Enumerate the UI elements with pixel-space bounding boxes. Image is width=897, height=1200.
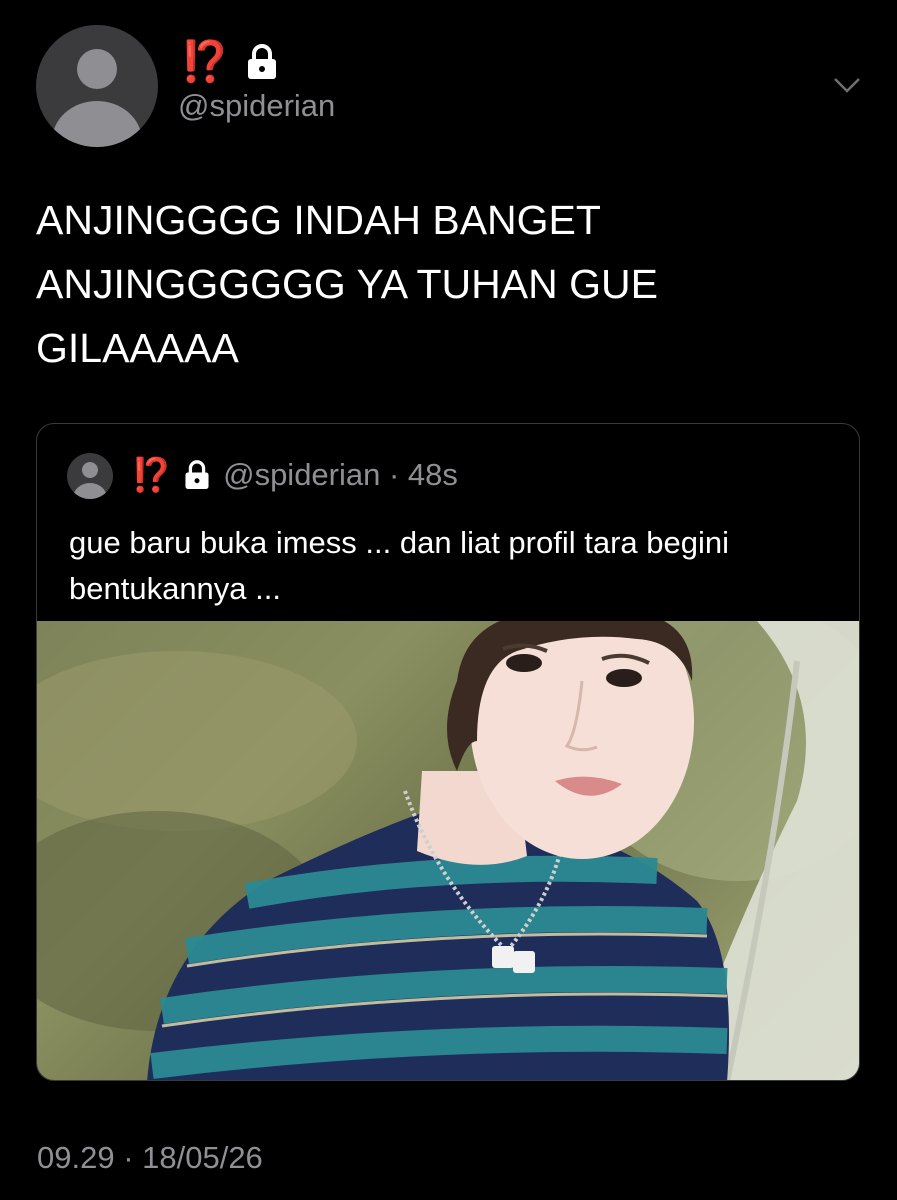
display-name: ⁉️ xyxy=(180,40,230,84)
avatar-placeholder-body xyxy=(52,101,142,147)
avatar-placeholder-head xyxy=(82,462,98,478)
tweet-timestamp[interactable]: 09.29 · 18/05/26 xyxy=(37,1140,263,1176)
quoted-display-name: ⁉️ xyxy=(131,456,172,493)
avatar-placeholder-body xyxy=(73,483,107,499)
quoted-text: gue baru buka imess ... dan liat profil … xyxy=(69,525,729,606)
quoted-author-row: ⁉️ @spiderian · 48s xyxy=(131,457,458,493)
photo-illustration xyxy=(37,621,859,1080)
tweet-text: ANJINGGGG INDAH BANGET ANJINGGGGGG YA TU… xyxy=(36,197,658,371)
quoted-photo[interactable] xyxy=(37,621,859,1080)
avatar-placeholder-head xyxy=(77,49,117,89)
quoted-author-avatar xyxy=(67,453,113,499)
lock-icon xyxy=(247,44,276,79)
lock-icon xyxy=(185,460,209,489)
author-avatar[interactable] xyxy=(36,25,158,147)
quoted-tweet[interactable]: ⁉️ @spiderian · 48s gue baru buka imess … xyxy=(36,423,860,1081)
author-name-row[interactable]: ⁉️ xyxy=(180,42,279,82)
quoted-handle-time: @spiderian · 48s xyxy=(223,457,458,492)
chevron-down-icon[interactable] xyxy=(832,74,862,96)
author-handle[interactable]: @spiderian xyxy=(178,88,335,124)
